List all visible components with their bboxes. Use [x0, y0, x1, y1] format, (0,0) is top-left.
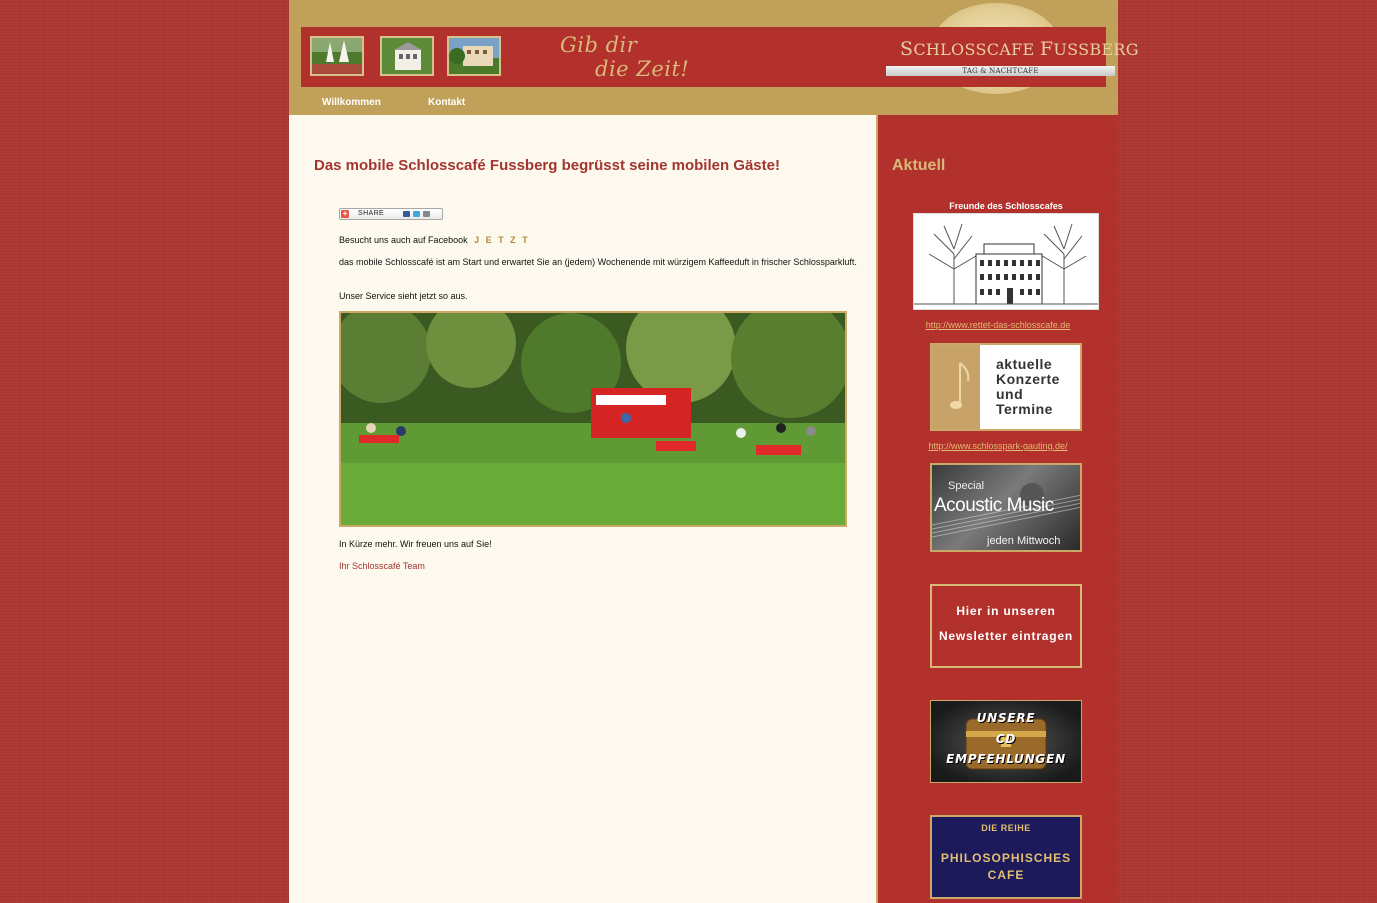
page-title: Das mobile Schlosscafé Fussberg begrüsst…: [314, 157, 780, 174]
cd-recommendations-banner[interactable]: UNSERE CD EMPFEHLUNGEN: [930, 700, 1082, 783]
share-plus-icon: +: [341, 209, 349, 218]
twitter-icon: [413, 211, 420, 217]
logo-initial-f: F: [1039, 38, 1054, 60]
main-content: Das mobile Schlosscafé Fussberg begrüsst…: [289, 115, 876, 903]
schlosscafe-drawing-banner[interactable]: [913, 213, 1099, 310]
konzerte-line-3: und: [996, 386, 1024, 402]
header-thumbnail-garden: [310, 36, 364, 76]
newsletter-banner[interactable]: Hier in unseren Newsletter eintragen: [930, 584, 1082, 668]
site-header: Gib dir die Zeit! SCHLOSSCAFE FUSSBERG T…: [289, 0, 1139, 115]
konzerte-text: aktuelle Konzerte und Termine: [996, 357, 1060, 417]
service-paragraph: Unser Service sieht jetzt so aus.: [339, 291, 468, 301]
philo-line-3: CAFE: [987, 868, 1025, 882]
konzerte-banner[interactable]: aktuelle Konzerte und Termine: [930, 343, 1082, 431]
konzerte-line-4: Termine: [996, 401, 1053, 417]
slogan-line-2: die Zeit!: [595, 57, 690, 81]
facebook-icon: [403, 211, 410, 217]
cd-line-1: UNSERE: [976, 711, 1036, 725]
acoustic-music-banner[interactable]: Special Acoustic Music jeden Mittwoch: [930, 463, 1082, 552]
logo-word-2: USSBERG: [1053, 40, 1139, 59]
nav-item-willkommen[interactable]: Willkommen: [322, 97, 381, 108]
share-label: SHARE: [358, 210, 385, 217]
logo-subtitle: TAG & NACHTCAFE: [962, 67, 1039, 75]
acoustic-special: Special: [948, 480, 985, 492]
acoustic-subtitle: jeden Mittwoch: [987, 535, 1061, 547]
acoustic-title: Acoustic Music: [934, 495, 1054, 516]
konzerte-line-1: aktuelle: [996, 356, 1053, 372]
signature: Ihr Schlosscafé Team: [339, 561, 425, 571]
logo-initial-s: S: [900, 38, 914, 60]
page-container: Gib dir die Zeit! SCHLOSSCAFE FUSSBERG T…: [289, 0, 1139, 903]
cd-line-3: EMPFEHLUNGEN: [946, 752, 1066, 766]
philosophisches-cafe-banner[interactable]: DIE REIHE PHILOSOPHISCHES CAFE: [930, 815, 1082, 899]
facebook-text: Besucht uns auch auf Facebook: [339, 235, 468, 245]
facebook-paragraph: Besucht uns auch auf Facebook J E T Z T: [339, 234, 530, 246]
sidebar-heading: Aktuell: [892, 157, 946, 174]
konzerte-strip: [932, 345, 980, 429]
logo-word-1: CHLOSSCAFE: [913, 40, 1040, 59]
konzerte-line-2: Konzerte: [996, 371, 1060, 387]
intro-paragraph: das mobile Schlosscafé ist am Start und …: [339, 257, 857, 267]
email-icon: [423, 211, 430, 217]
schlosspark-link[interactable]: http://www.schlosspark-gauting.de/: [878, 441, 1118, 451]
slogan-line-1: Gib dir: [560, 33, 638, 57]
friends-link[interactable]: http://www.rettet-das-schlosscafe.de: [878, 320, 1118, 330]
service-photo: [339, 311, 847, 527]
header-thumbnail-building: [447, 36, 501, 76]
philo-line-2: PHILOSOPHISCHES: [940, 851, 1072, 865]
cd-line-2: CD: [995, 732, 1017, 746]
newsletter-line-1: Hier in unseren: [956, 604, 1056, 618]
nav-item-kontakt[interactable]: Kontakt: [428, 97, 465, 108]
share-button[interactable]: + SHARE: [339, 208, 443, 220]
newsletter-line-2: Newsletter eintragen: [938, 629, 1074, 643]
facebook-link[interactable]: J E T Z T: [474, 235, 530, 245]
philo-line-1: DIE REIHE: [981, 823, 1031, 833]
logo-title[interactable]: SCHLOSSCAFE FUSSBERG: [900, 38, 1139, 60]
sidebar: Aktuell Freunde des Schlosscafes http://…: [878, 115, 1118, 903]
friends-label: Freunde des Schlosscafes: [949, 201, 1063, 211]
header-thumbnail-house: [380, 36, 434, 76]
music-note-icon: [950, 401, 962, 409]
closing-paragraph: In Kürze mehr. Wir freuen uns auf Sie!: [339, 539, 492, 549]
